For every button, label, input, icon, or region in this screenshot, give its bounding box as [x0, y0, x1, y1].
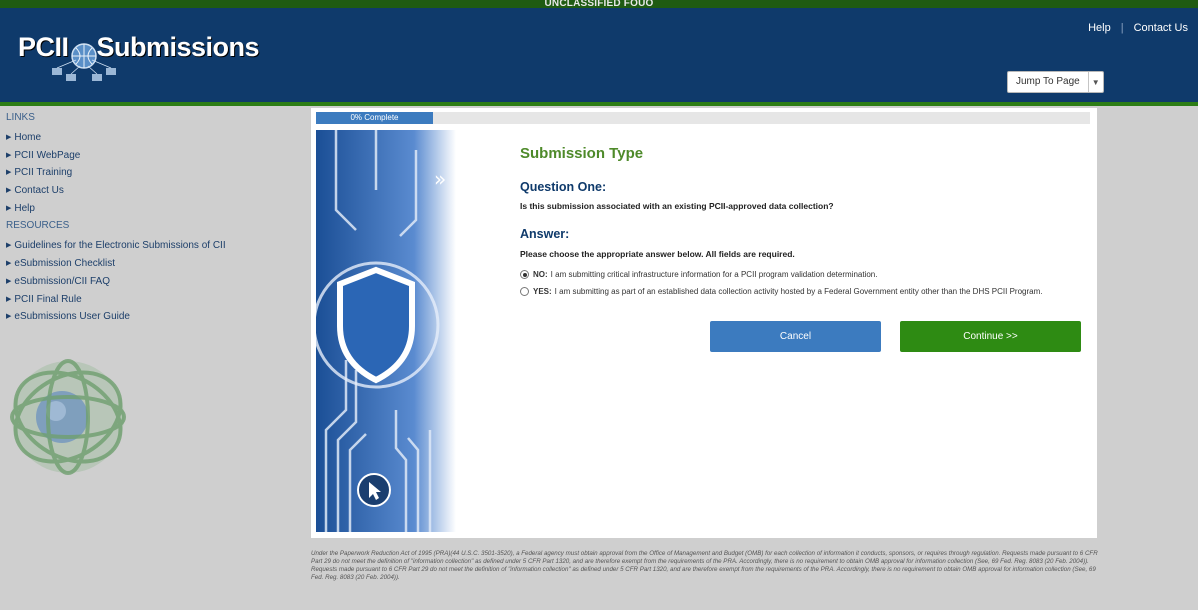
option-yes-text: I am submitting as part of an establishe… [554, 287, 1043, 296]
chevron-down-icon[interactable]: ▼ [1089, 72, 1103, 92]
question-text: Is this submission associated with an ex… [520, 201, 834, 211]
top-link-separator: | [1120, 22, 1124, 34]
triangle-right-icon: ▶ [6, 277, 12, 285]
radio-no[interactable] [520, 270, 529, 279]
triangle-right-icon: ▶ [6, 313, 12, 321]
sidebar-resources-heading: RESOURCES [6, 220, 70, 232]
triangle-right-icon: ▶ [6, 134, 12, 141]
security-shield-graphic: » [316, 130, 456, 532]
sidebar-item-contact-us[interactable]: ▶ Contact Us [6, 182, 306, 200]
sidebar-item-help[interactable]: ▶ Help [6, 200, 306, 218]
option-no-text: I am submitting critical infrastructure … [550, 270, 878, 279]
triangle-right-icon: ▶ [6, 295, 12, 303]
triangle-right-icon: ▶ [6, 169, 12, 177]
sidebar-item-home[interactable]: ▶ Home [6, 129, 306, 147]
option-no-key: NO: [533, 270, 548, 279]
triangle-right-icon: ▶ [6, 187, 12, 195]
answer-instructions: Please choose the appropriate answer bel… [520, 249, 795, 259]
option-no[interactable]: NO: I am submitting critical infrastruct… [520, 270, 877, 279]
cancel-button[interactable]: Cancel [710, 321, 881, 352]
sidebar-item-pcii-webpage[interactable]: ▶ PCII WebPage [6, 147, 306, 165]
sidebar-item-faq[interactable]: ▶ eSubmission/CII FAQ [6, 273, 306, 291]
sidebar-item-pcii-training[interactable]: ▶ PCII Training [6, 164, 306, 182]
triangle-right-icon: ▶ [6, 204, 12, 212]
progress-label: 0% Complete [316, 112, 433, 124]
radio-selected-dot [522, 272, 527, 277]
jump-to-page-label[interactable]: Jump To Page [1008, 72, 1089, 92]
site-logo[interactable]: PCII Submissions [18, 26, 268, 96]
sidebar-item-final-rule[interactable]: ▶ PCII Final Rule [6, 291, 306, 309]
sidebar-links-heading: LINKS [6, 112, 35, 123]
continue-button[interactable]: Continue >> [900, 321, 1081, 352]
classification-label: UNCLASSIFIED FOUO [544, 0, 654, 9]
globe-graphic-icon [10, 359, 126, 475]
top-link-help[interactable]: Help [1088, 22, 1111, 34]
sidebar: LINKS ▶ Home ▶ PCII WebPage ▶ PCII Training… [6, 111, 306, 326]
sidebar-item-checklist[interactable]: ▶ eSubmission Checklist [6, 255, 306, 273]
sidebar-item-user-guide[interactable]: ▶ eSubmissions User Guide [6, 308, 306, 326]
triangle-right-icon: ▶ [6, 151, 12, 159]
jump-to-page-dropdown[interactable]: Jump To Page ▼ [1007, 71, 1104, 93]
svg-text:»: » [434, 167, 446, 191]
paperwork-reduction-notice: Under the Paperwork Reduction Act of 199… [311, 550, 1098, 581]
answer-heading: Answer: [520, 227, 570, 241]
logo-globe-icon [52, 43, 116, 81]
option-yes-key: YES: [533, 287, 552, 296]
top-link-contact-us[interactable]: Contact Us [1134, 22, 1188, 34]
radio-yes[interactable] [520, 287, 529, 296]
submission-form: Submission Type Question One: Is this su… [520, 145, 1080, 296]
header-stripe [0, 102, 1198, 106]
sidebar-item-guidelines[interactable]: ▶ Guidelines for the Electronic Submissio… [6, 237, 306, 255]
question-heading: Question One: [520, 180, 607, 194]
triangle-right-icon: ▶ [6, 260, 12, 268]
triangle-right-icon: ▶ [6, 242, 12, 250]
top-links: Help | Contact Us [1088, 22, 1188, 34]
page-title: Submission Type [520, 145, 644, 162]
option-yes[interactable]: YES: I am submitting as part of an estab… [520, 287, 1042, 296]
